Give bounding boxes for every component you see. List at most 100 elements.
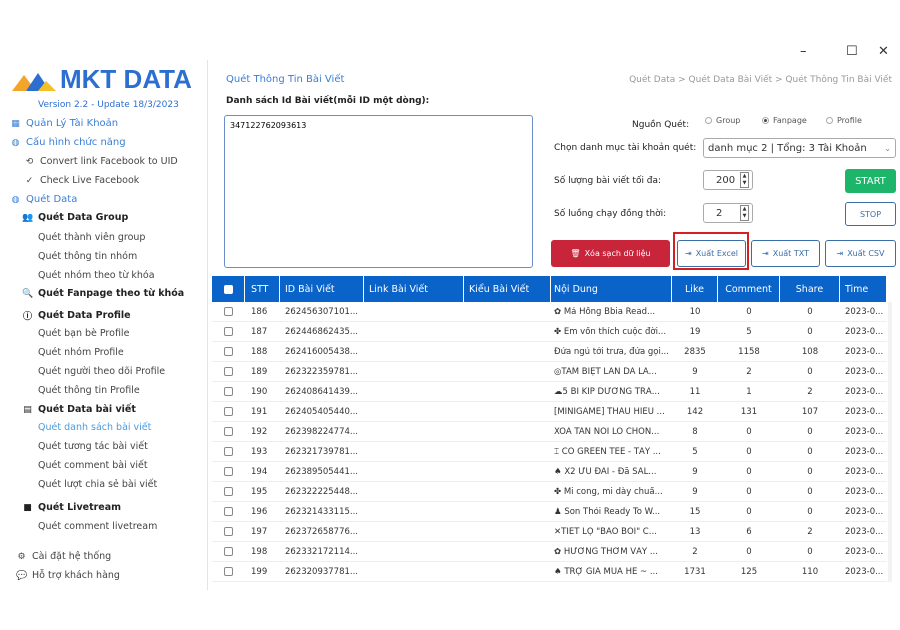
id-list-input[interactable] bbox=[224, 115, 533, 268]
sidebar-item[interactable]: ◍ Cấu hình chức năng bbox=[10, 137, 126, 148]
row-checkbox[interactable] bbox=[212, 467, 245, 476]
radio-icon[interactable] bbox=[762, 117, 769, 124]
column-header[interactable]: Comment bbox=[718, 276, 780, 302]
export-excel-button[interactable]: ⇥ Xuất Excel bbox=[677, 240, 746, 267]
column-header[interactable]: Time bbox=[840, 276, 887, 302]
column-header[interactable]: ID Bài Viết bbox=[280, 276, 364, 302]
sidebar-item[interactable]: Quét comment bài viết bbox=[38, 460, 148, 471]
table-row[interactable]: 193 262321739781... ⌶ CÓ GREEN TEE - TẨY .… bbox=[212, 442, 887, 462]
row-checkbox[interactable] bbox=[212, 487, 245, 496]
max-posts-stepper[interactable]: 200 ▲ ▼ bbox=[703, 170, 753, 190]
sidebar-item-label: Quét người theo dõi Profile bbox=[38, 366, 166, 377]
table-row[interactable]: 198 262332172114... ✿ HƯƠNG THƠM VẪY ... 2 0… bbox=[212, 542, 887, 562]
column-header[interactable]: Nội Dung bbox=[551, 276, 672, 302]
table-cell: 1158 bbox=[738, 346, 760, 357]
table-row[interactable]: 192 262398224774... XOÁ TAN NỖI LO CHỐN...… bbox=[212, 422, 887, 442]
stop-button[interactable]: STOP bbox=[845, 202, 896, 226]
sidebar-item[interactable]: ◍ Quét Data bbox=[10, 194, 78, 205]
sidebar-item[interactable]: Quét lượt chia sẻ bài viết bbox=[38, 479, 157, 490]
radio-fanpage[interactable]: Fanpage bbox=[762, 116, 807, 125]
column-header[interactable]: Like bbox=[672, 276, 718, 302]
row-checkbox[interactable] bbox=[212, 447, 245, 456]
sidebar-item[interactable]: Quét comment livetream bbox=[38, 521, 157, 532]
row-checkbox[interactable] bbox=[212, 307, 245, 316]
minimize-button[interactable]: – bbox=[800, 44, 807, 59]
sidebar-item[interactable]: Quét thành viên group bbox=[38, 232, 145, 243]
column-header[interactable]: STT bbox=[245, 276, 280, 302]
export-csv-button[interactable]: ⇥ Xuất CSV bbox=[825, 240, 896, 267]
sidebar-item[interactable]: Quét tương tác bài viết bbox=[38, 441, 148, 452]
row-checkbox[interactable] bbox=[212, 507, 245, 516]
row-checkbox[interactable] bbox=[212, 407, 245, 416]
table-row[interactable]: 187 262446862435... ✤ Em vốn thích cuộc đờ… bbox=[212, 322, 887, 342]
sidebar-item[interactable]: ▤ Quét Data bài viết bbox=[22, 404, 136, 415]
sidebar-item[interactable]: 💬 Hỗ trợ khách hàng bbox=[16, 570, 120, 581]
sidebar-item[interactable]: Quét bạn bè Profile bbox=[38, 328, 129, 339]
sidebar-item[interactable]: Quét thông tin nhóm bbox=[38, 251, 137, 262]
table-row[interactable]: 196 262321433115... ♟ Son Thỏi Ready To W.… bbox=[212, 502, 887, 522]
sidebar-item[interactable]: Quét người theo dõi Profile bbox=[38, 366, 165, 377]
column-header[interactable]: Link Bài Viết bbox=[364, 276, 464, 302]
sidebar-item[interactable]: 👥 Quét Data Group bbox=[22, 212, 128, 223]
close-button[interactable]: ✕ bbox=[878, 44, 889, 59]
row-checkbox[interactable] bbox=[212, 527, 245, 536]
table-cell: 0 bbox=[807, 466, 813, 477]
column-header[interactable]: Share bbox=[780, 276, 840, 302]
radio-icon[interactable] bbox=[826, 117, 833, 124]
table-cell: 15 bbox=[689, 506, 701, 517]
spin-arrows-icon[interactable]: ▲ ▼ bbox=[740, 205, 749, 221]
table-row[interactable]: 191 262405405440... [MINIGAME] THẤU HIỂU .… bbox=[212, 402, 887, 422]
sidebar-item[interactable]: ■ Quét Livetream bbox=[22, 502, 121, 513]
table-row[interactable]: 197 262372658776... ✕TIẾT LỘ "BẢO BỐI" C..… bbox=[212, 522, 887, 542]
sidebar-item[interactable]: Quét nhóm theo từ khóa bbox=[38, 270, 155, 281]
table-cell: 8 bbox=[692, 426, 698, 437]
row-checkbox[interactable] bbox=[212, 387, 245, 396]
table-cell: 2023-0... bbox=[845, 566, 884, 577]
sidebar-item[interactable]: ⚙ Cài đặt hệ thống bbox=[16, 551, 111, 562]
table-cell: 193 bbox=[251, 446, 268, 457]
table-row[interactable]: 186 262456307101... ✿ Má Hồng Bbia Read...… bbox=[212, 302, 887, 322]
sidebar-item[interactable]: ▦ Quản Lý Tài Khoản bbox=[10, 118, 118, 129]
radio-profile[interactable]: Profile bbox=[826, 116, 862, 125]
maximize-button[interactable]: ☐ bbox=[846, 44, 858, 59]
table-cell: 262372658776... bbox=[285, 526, 359, 537]
table-cell: 0 bbox=[807, 426, 813, 437]
sidebar-item-label: Quét Data bbox=[26, 194, 78, 205]
sidebar-item[interactable]: 🔍 Quét Fanpage theo từ khóa bbox=[22, 288, 184, 299]
sidebar-item[interactable]: Quét nhóm Profile bbox=[38, 347, 124, 358]
table-row[interactable]: 189 262322359781... ◎TAM BIỆT LÀN DA LẢ...… bbox=[212, 362, 887, 382]
radio-icon[interactable] bbox=[705, 117, 712, 124]
table-cell: 2023-0... bbox=[845, 306, 884, 317]
row-checkbox[interactable] bbox=[212, 367, 245, 376]
scrollbar[interactable] bbox=[888, 302, 892, 582]
table-cell: 2023-0... bbox=[845, 526, 884, 537]
table-cell: 192 bbox=[251, 426, 268, 437]
export-txt-button[interactable]: ⇥ Xuất TXT bbox=[751, 240, 820, 267]
sidebar-item[interactable]: ✓ Check Live Facebook bbox=[24, 175, 140, 186]
category-select[interactable]: danh mục 2 | Tổng: 3 Tài Khoản ⌄ bbox=[703, 138, 896, 158]
table-row[interactable]: 194 262389505441... ♠ X2 ƯU ĐÃI - Đã SAL..… bbox=[212, 462, 887, 482]
select-all-checkbox[interactable] bbox=[212, 276, 245, 302]
export-icon: ⇥ bbox=[684, 249, 692, 258]
sidebar-item-label: Quét thông tin Profile bbox=[38, 385, 140, 396]
sidebar-item-label: Quét Data bài viết bbox=[38, 404, 136, 415]
table-row[interactable]: 190 262408641439... ☁5 BÍ KÍP DƯỠNG TRẮ...… bbox=[212, 382, 887, 402]
row-checkbox[interactable] bbox=[212, 427, 245, 436]
sidebar-item[interactable]: ⟲ Convert link Facebook to UID bbox=[24, 156, 178, 167]
sidebar-item[interactable]: ⓘ Quét Data Profile bbox=[22, 309, 131, 322]
spin-arrows-icon[interactable]: ▲ ▼ bbox=[740, 172, 749, 188]
column-header[interactable]: Kiểu Bài Viết bbox=[464, 276, 551, 302]
clear-data-button[interactable]: 🗑 Xóa sạch dữ liệu bbox=[551, 240, 670, 267]
row-checkbox[interactable] bbox=[212, 547, 245, 556]
sidebar-item[interactable]: Quét danh sách bài viết bbox=[38, 422, 151, 433]
start-button[interactable]: START bbox=[845, 169, 896, 193]
row-checkbox[interactable] bbox=[212, 327, 245, 336]
sidebar-item[interactable]: Quét thông tin Profile bbox=[38, 385, 140, 396]
table-row[interactable]: 188 262416005438... Đứa ngủ tới trưa, đứa … bbox=[212, 342, 887, 362]
radio-group[interactable]: Group bbox=[705, 116, 740, 125]
table-row[interactable]: 199 262320937781... ♠ TRỢ GIÁ MÙA HÈ ~ ...… bbox=[212, 562, 887, 582]
row-checkbox[interactable] bbox=[212, 347, 245, 356]
row-checkbox[interactable] bbox=[212, 567, 245, 576]
threads-stepper[interactable]: 2 ▲ ▼ bbox=[703, 203, 753, 223]
table-row[interactable]: 195 262322225448... ✤ Mi cong, mi dày chuẩ… bbox=[212, 482, 887, 502]
